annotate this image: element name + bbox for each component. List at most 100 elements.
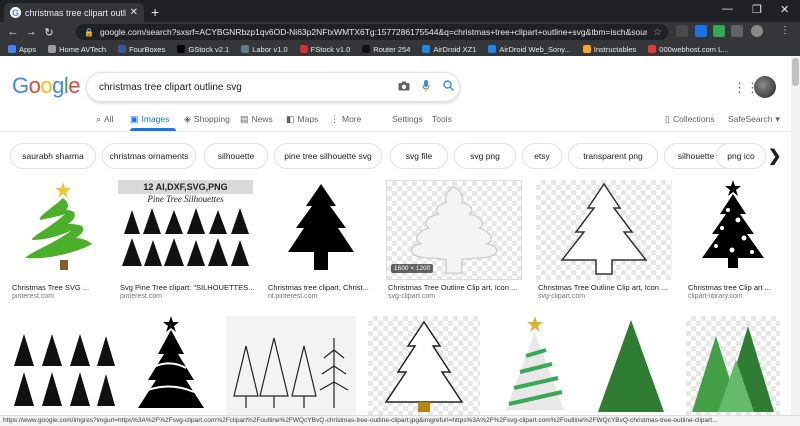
result-caption[interactable]: Christmas Tree Outline Clip art, Icon ..… xyxy=(388,283,522,292)
bookmark-item[interactable]: Apps xyxy=(8,45,36,54)
tab-label: More xyxy=(342,114,362,124)
collections-link[interactable]: ▯ Collections xyxy=(665,111,715,127)
result-image-11[interactable] xyxy=(492,316,578,415)
more-icon: ⋮ xyxy=(330,113,339,124)
browser-tab[interactable]: G christmas tree clipart outline svg ✕ xyxy=(4,3,144,22)
scrollbar-thumb[interactable] xyxy=(792,58,799,86)
bookmark-item[interactable]: Home AVTech xyxy=(48,45,106,54)
related-search-chip[interactable]: silhouette xyxy=(204,143,268,169)
forward-button[interactable]: → xyxy=(22,26,40,38)
google-favicon-icon: G xyxy=(10,7,21,18)
google-logo[interactable]: Google xyxy=(12,73,81,99)
tab-maps[interactable]: ◧ Maps xyxy=(286,111,318,127)
translate-icon[interactable] xyxy=(695,25,707,37)
tab-shopping[interactable]: ◈ Shopping xyxy=(184,111,230,127)
restore-icon[interactable]: ❐ xyxy=(752,3,762,16)
result-image-13[interactable] xyxy=(686,316,780,415)
chevron-right-icon[interactable]: ❯ xyxy=(768,146,781,166)
bookmark-item[interactable]: Router 254 xyxy=(362,45,410,54)
safesearch-dropdown[interactable]: SafeSearch ▾ xyxy=(728,111,780,127)
search-icon[interactable] xyxy=(437,80,459,94)
related-search-chip[interactable]: etsy xyxy=(522,143,562,169)
result-source: svg-clipart.com xyxy=(388,293,436,300)
tab-more[interactable]: ⋮ More xyxy=(330,111,361,127)
result-caption[interactable]: Svg Pine Tree clipart: "SILHOUETTES... xyxy=(120,283,254,292)
bookmark-item[interactable]: FStock v1.0 xyxy=(299,44,351,54)
search-box[interactable]: christmas tree clipart outline svg xyxy=(86,72,460,102)
bookmark-item[interactable]: AirDroid XZ1 xyxy=(422,45,476,54)
result-image-12[interactable] xyxy=(588,316,674,415)
extension-icon[interactable] xyxy=(676,25,688,37)
bookmark-favicon-icon xyxy=(299,45,308,53)
camera-icon[interactable] xyxy=(393,80,415,94)
result-image-2[interactable]: 12 AI,DXF,SVG,PNG Pine Tree Silhouettes xyxy=(118,180,253,280)
result-image-8[interactable] xyxy=(126,316,216,415)
microphone-icon[interactable] xyxy=(415,79,437,95)
result-caption[interactable]: Christmas tree clipart, Christ... xyxy=(268,283,376,292)
bookmark-item[interactable]: AirDroid Web_Sony... xyxy=(488,44,571,54)
result-image-5[interactable] xyxy=(536,180,672,280)
bookmark-label: AirDroid Web_Sony... xyxy=(499,44,571,54)
result-source: pinterest.com xyxy=(120,293,163,300)
image-icon: ▣ xyxy=(130,113,139,124)
result-caption[interactable]: Christmas Tree Outline Clip art, Icon ..… xyxy=(538,283,672,292)
collections-label: Collections xyxy=(672,114,715,124)
related-search-chip[interactable]: christmas ornaments xyxy=(102,143,196,169)
bookmark-favicon-icon xyxy=(48,45,57,53)
bookmark-item[interactable]: Instructables xyxy=(582,44,637,54)
extension-icon[interactable] xyxy=(713,25,725,37)
close-tab-icon[interactable]: ✕ xyxy=(130,7,138,18)
result-image-3[interactable] xyxy=(266,180,376,280)
bookmark-item[interactable]: GStock v2.1 xyxy=(177,45,229,54)
profile-icon[interactable] xyxy=(751,25,763,37)
reload-button[interactable]: ↻ xyxy=(40,26,58,39)
tab-all[interactable]: ⌕ All xyxy=(96,111,114,127)
result-source: nl.pinterest.com xyxy=(268,293,318,300)
tab-images[interactable]: ▣ Images xyxy=(130,111,169,127)
back-button[interactable]: ← xyxy=(4,26,22,38)
settings-link[interactable]: Settings xyxy=(392,111,423,127)
tab-label: Shopping xyxy=(193,114,230,124)
bookmark-label: Instructables xyxy=(593,44,637,54)
tools-link[interactable]: Tools xyxy=(432,111,452,127)
result-image-7[interactable] xyxy=(10,316,116,415)
bookmark-favicon-icon xyxy=(8,45,16,53)
result-image-9[interactable] xyxy=(226,316,356,415)
bookmark-star-icon[interactable]: ☆ xyxy=(653,27,668,38)
result-image-4[interactable]: 1600 × 1200 xyxy=(386,180,522,280)
bookmark-label: FStock v1.0 xyxy=(310,44,351,54)
result-image-1[interactable] xyxy=(10,180,106,280)
menu-kebab-icon[interactable]: ⋮ xyxy=(780,25,790,36)
lock-icon: 🔒 xyxy=(84,27,94,37)
bookmark-item[interactable]: FourBoxes xyxy=(118,45,165,54)
result-caption[interactable]: Christmas tree Clip art ... xyxy=(688,283,780,292)
result-caption[interactable]: Christmas Tree SVG ... xyxy=(12,283,106,292)
bookmark-label: Apps xyxy=(19,44,37,54)
related-search-chip[interactable]: png ico xyxy=(716,143,766,169)
related-search-chip[interactable]: svg png xyxy=(454,143,516,169)
bookmark-label: Labor v1.0 xyxy=(252,44,288,54)
minimize-icon[interactable]: — xyxy=(722,3,733,15)
avatar[interactable] xyxy=(754,76,776,98)
logo-letter: o xyxy=(28,73,41,98)
search-input[interactable]: christmas tree clipart outline svg xyxy=(99,82,393,93)
bookmark-favicon-icon xyxy=(582,45,591,53)
related-search-chip[interactable]: transparent png xyxy=(568,143,658,169)
tools-label: Tools xyxy=(432,114,452,124)
map-icon: ◧ xyxy=(286,113,295,124)
extension-icon[interactable] xyxy=(731,25,743,37)
address-bar[interactable]: 🔒 google.com/search?sxsrf=ACYBGNRbzp1qv6… xyxy=(76,24,668,40)
bookmark-favicon-icon xyxy=(118,45,127,53)
tab-news[interactable]: ▤ News xyxy=(240,111,273,127)
related-search-chip[interactable]: pine tree silhouette svg xyxy=(274,143,382,169)
new-tab-button[interactable]: + xyxy=(151,4,159,20)
bookmark-item[interactable]: Labor v1.0 xyxy=(241,44,288,54)
bookmark-label: 000webhost.com L... xyxy=(659,44,729,54)
result-image-10[interactable] xyxy=(368,316,480,415)
result-image-6[interactable] xyxy=(686,180,780,280)
scrollbar-track[interactable] xyxy=(791,56,800,415)
bookmark-item[interactable]: 000webhost.com L... xyxy=(648,44,729,54)
related-search-chip[interactable]: saurabh sharma xyxy=(10,143,96,169)
close-window-icon[interactable]: ✕ xyxy=(780,3,789,16)
related-search-chip[interactable]: svg file xyxy=(390,143,448,169)
